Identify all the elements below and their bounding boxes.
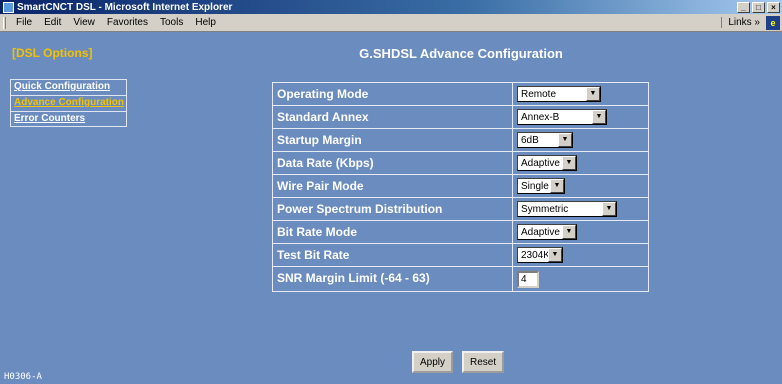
table-row: Startup Margin 6dB ▼ <box>273 129 648 152</box>
sidebar-item-error-counters[interactable]: Error Counters <box>10 111 127 127</box>
page-content: [DSL Options] G.SHDSL Advance Configurat… <box>0 32 782 384</box>
browser-icon <box>3 1 14 13</box>
table-row: Operating Mode Remote ▼ <box>273 83 648 106</box>
operating-mode-select[interactable]: Remote ▼ <box>517 86 601 102</box>
table-row: Wire Pair Mode Single ▼ <box>273 175 648 198</box>
power-spectrum-select[interactable]: Symmetric ▼ <box>517 201 617 217</box>
window-title: SmartCNCT DSL - Microsoft Internet Explo… <box>17 1 233 13</box>
test-bit-rate-select[interactable]: 2304K ▼ <box>517 247 563 263</box>
wire-pair-mode-select[interactable]: Single ▼ <box>517 178 565 194</box>
table-row: Power Spectrum Distribution Symmetric ▼ <box>273 198 648 221</box>
data-rate-select[interactable]: Adaptive ▼ <box>517 155 577 171</box>
sidebar-header: [DSL Options] <box>12 46 93 60</box>
standard-annex-select[interactable]: Annex-B ▼ <box>517 109 607 125</box>
startup-margin-select[interactable]: 6dB ▼ <box>517 132 573 148</box>
sidebar-item-advance-configuration[interactable]: Advance Configuration <box>10 95 127 111</box>
reset-button[interactable]: Reset <box>462 351 505 373</box>
menu-help[interactable]: Help <box>189 17 222 28</box>
test-bit-rate-value: 2304K <box>521 249 548 261</box>
snr-margin-limit-label: SNR Margin Limit (-64 - 63) <box>273 267 513 291</box>
menu-bar: File Edit View Favorites Tools Help Link… <box>0 14 782 32</box>
toolbar-grip[interactable] <box>3 16 6 29</box>
bit-rate-mode-select[interactable]: Adaptive ▼ <box>517 224 577 240</box>
menu-edit[interactable]: Edit <box>38 17 67 28</box>
test-bit-rate-label: Test Bit Rate <box>273 244 513 266</box>
table-row: SNR Margin Limit (-64 - 63) <box>273 267 648 291</box>
bit-rate-mode-label: Bit Rate Mode <box>273 221 513 243</box>
menu-favorites[interactable]: Favorites <box>101 17 154 28</box>
table-row: Test Bit Rate 2304K ▼ <box>273 244 648 267</box>
bit-rate-mode-value: Adaptive <box>521 226 560 238</box>
standard-annex-label: Standard Annex <box>273 106 513 128</box>
menu-file[interactable]: File <box>10 17 38 28</box>
table-row: Standard Annex Annex-B ▼ <box>273 106 648 129</box>
close-button[interactable]: × <box>767 1 780 13</box>
chevron-down-icon: ▼ <box>586 87 600 101</box>
data-rate-value: Adaptive <box>521 157 560 169</box>
apply-button[interactable]: Apply <box>412 351 454 373</box>
chevron-down-icon: ▼ <box>562 225 576 239</box>
snr-margin-limit-input[interactable] <box>517 270 539 288</box>
menu-view[interactable]: View <box>67 17 101 28</box>
operating-mode-value: Remote <box>521 88 557 100</box>
config-table: Operating Mode Remote ▼ Standard Annex A… <box>272 82 649 292</box>
chevron-down-icon: ▼ <box>558 133 572 147</box>
startup-margin-value: 6dB <box>521 134 539 146</box>
maximize-button[interactable]: □ <box>752 1 765 13</box>
menu-tools[interactable]: Tools <box>154 17 189 28</box>
sidebar-item-quick-configuration[interactable]: Quick Configuration <box>10 79 127 95</box>
power-spectrum-label: Power Spectrum Distribution <box>273 198 513 220</box>
operating-mode-label: Operating Mode <box>273 83 513 105</box>
page-title: G.SHDSL Advance Configuration <box>359 46 563 61</box>
startup-margin-label: Startup Margin <box>273 129 513 151</box>
minimize-button[interactable]: _ <box>737 1 750 13</box>
table-row: Data Rate (Kbps) Adaptive ▼ <box>273 152 648 175</box>
standard-annex-value: Annex-B <box>521 111 560 123</box>
chevron-down-icon: ▼ <box>562 156 576 170</box>
sidebar-nav: Quick Configuration Advance Configuratio… <box>10 79 127 127</box>
wire-pair-mode-value: Single <box>521 180 549 192</box>
figure-code: H0306-A <box>4 372 42 382</box>
chevron-down-icon: ▼ <box>548 248 562 262</box>
links-toolbar[interactable]: Links » <box>721 17 766 28</box>
table-row: Bit Rate Mode Adaptive ▼ <box>273 221 648 244</box>
power-spectrum-value: Symmetric <box>521 203 569 215</box>
chevron-down-icon: ▼ <box>602 202 616 216</box>
wire-pair-mode-label: Wire Pair Mode <box>273 175 513 197</box>
chevron-down-icon: ▼ <box>550 179 564 193</box>
title-bar: SmartCNCT DSL - Microsoft Internet Explo… <box>0 0 782 14</box>
chevron-down-icon: ▼ <box>592 110 606 124</box>
data-rate-label: Data Rate (Kbps) <box>273 152 513 174</box>
ie-logo-icon: e <box>766 15 780 30</box>
